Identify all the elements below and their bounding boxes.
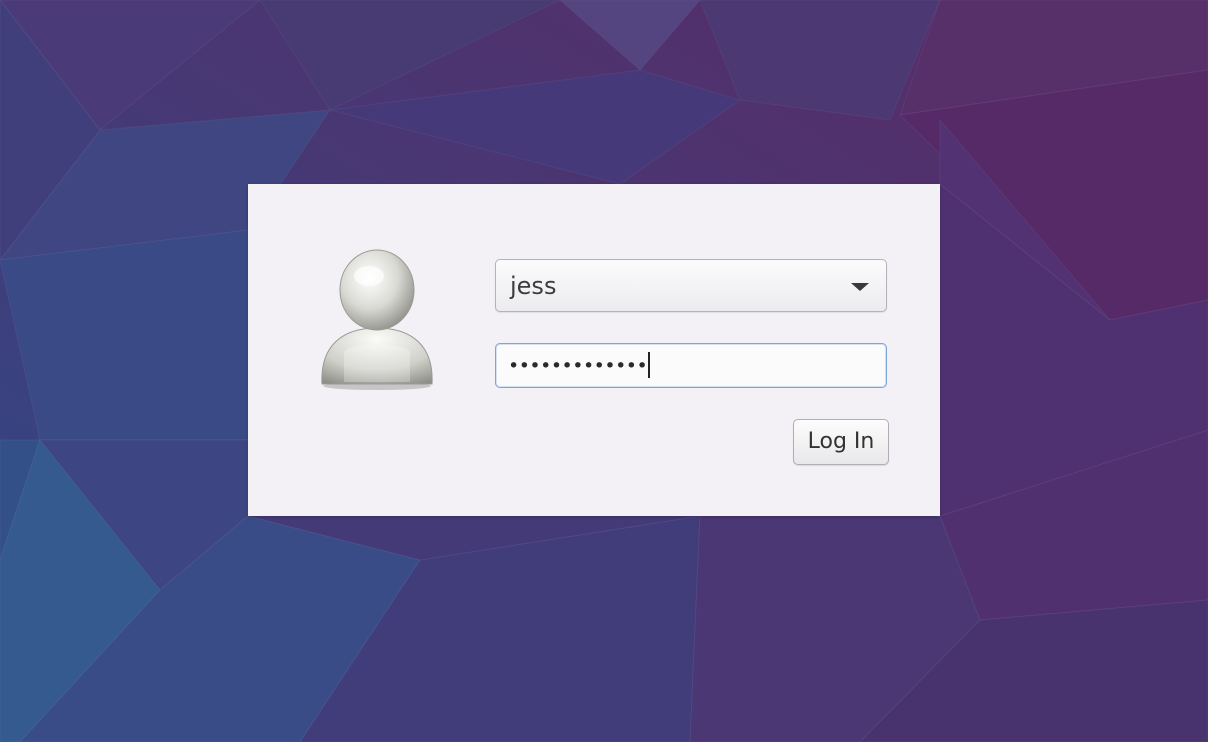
desktop-background: jess ••••••••••••• Log In (0, 0, 1208, 742)
username-value: jess (510, 272, 557, 300)
login-dialog: jess ••••••••••••• Log In (248, 184, 940, 516)
password-masked-value: ••••••••••••• (508, 351, 651, 380)
chevron-down-icon[interactable] (851, 283, 869, 291)
password-field[interactable]: ••••••••••••• (495, 343, 887, 388)
text-caret (648, 351, 651, 378)
username-dropdown[interactable]: jess (495, 259, 887, 312)
login-button[interactable]: Log In (793, 419, 889, 465)
user-avatar-icon (321, 249, 433, 390)
